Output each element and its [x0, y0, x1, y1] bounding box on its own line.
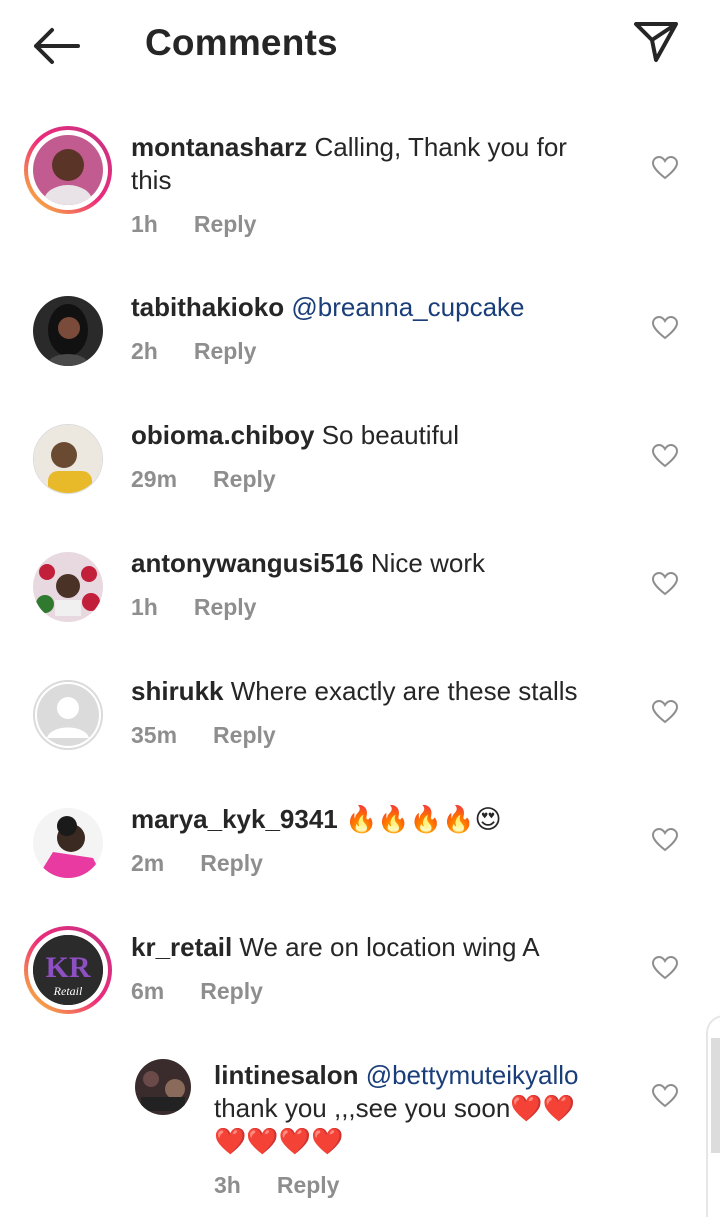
comment-username[interactable]: montanasharz	[131, 132, 307, 162]
avatar[interactable]	[33, 296, 103, 366]
heart-icon[interactable]	[652, 572, 678, 596]
default-avatar-icon[interactable]	[33, 680, 103, 750]
comment-body: shirukk Where exactly are these stalls	[131, 675, 631, 708]
comment-meta: 1h Reply	[131, 211, 256, 238]
comment-time: 6m	[131, 978, 165, 1004]
comment-time: 29m	[131, 466, 178, 492]
heart-icon[interactable]	[652, 156, 678, 180]
comment-meta: 1h Reply	[131, 594, 256, 621]
reply-button[interactable]: Reply	[213, 466, 276, 492]
heart-icon[interactable]	[652, 1084, 678, 1108]
comment-text: Nice work	[370, 548, 485, 578]
comment-body: kr_retail We are on location wing A	[131, 931, 631, 964]
comment-text: thank you ,,,see you soon❤️❤️	[214, 1093, 576, 1123]
comment-body: marya_kyk_9341 🔥🔥🔥🔥😍	[131, 803, 631, 836]
comment-username[interactable]: lintinesalon	[214, 1060, 358, 1090]
comment-emoji-text: 🔥🔥🔥🔥😍	[345, 804, 502, 834]
comment-body: obioma.chiboy So beautiful	[131, 419, 631, 452]
comment-text: We are on location wing A	[239, 932, 540, 962]
comment-username[interactable]: obioma.chiboy	[131, 420, 314, 450]
comment-body: lintinesalon @bettymuteikyallo thank you…	[214, 1059, 634, 1125]
reply-button[interactable]: Reply	[194, 338, 257, 364]
heart-icon[interactable]	[652, 700, 678, 724]
comment-mention[interactable]: @breanna_cupcake	[291, 292, 524, 322]
heart-icon[interactable]	[652, 828, 678, 852]
comment-meta: 29m Reply	[131, 466, 276, 493]
reply-button[interactable]: Reply	[194, 594, 257, 620]
comment-text: Where exactly are these stalls	[230, 676, 578, 706]
page-title: Comments	[145, 22, 338, 63]
comment-meta: 35m Reply	[131, 722, 276, 749]
comment-mention[interactable]: @bettymuteikyallo	[366, 1060, 579, 1090]
comment-body: montanasharz Calling, Thank you for this	[131, 131, 611, 197]
reply-button[interactable]: Reply	[200, 850, 263, 876]
avatar[interactable]	[33, 552, 103, 622]
comment-time: 1h	[131, 594, 158, 620]
comment-time: 1h	[131, 211, 158, 237]
avatar[interactable]	[135, 1059, 191, 1115]
avatar[interactable]	[33, 424, 103, 494]
comment-time: 35m	[131, 722, 178, 748]
header-bar: Comments	[0, 0, 720, 92]
avatar[interactable]	[24, 126, 112, 214]
comment-text: Calling, Thank you for	[314, 132, 567, 162]
avatar[interactable]	[33, 808, 103, 878]
comment-body: antonywangusi516 Nice work	[131, 547, 631, 580]
comment-meta: 6m Reply	[131, 978, 263, 1005]
heart-icon[interactable]	[652, 956, 678, 980]
back-arrow-icon[interactable]	[30, 24, 82, 68]
comment-body-line3: ❤️❤️❤️❤️	[214, 1125, 634, 1158]
comment-time: 2h	[131, 338, 158, 364]
reply-button[interactable]: Reply	[213, 722, 276, 748]
comment-username[interactable]: antonywangusi516	[131, 548, 364, 578]
logo-subtext: Retail	[53, 984, 83, 998]
reply-button[interactable]: Reply	[200, 978, 263, 1004]
comment-username[interactable]: shirukk	[131, 676, 224, 706]
comment-body: tabithakioko @breanna_cupcake	[131, 291, 631, 324]
heart-icon[interactable]	[652, 444, 678, 468]
comment-username[interactable]: kr_retail	[131, 932, 232, 962]
comment-username[interactable]: tabithakioko	[131, 292, 284, 322]
comment-text-line2: this	[131, 165, 172, 195]
comment-meta: 2h Reply	[131, 338, 256, 365]
scrollbar-thumb[interactable]	[711, 1038, 720, 1153]
reply-button[interactable]: Reply	[277, 1172, 340, 1198]
comment-time: 3h	[214, 1172, 241, 1198]
comment-text: So beautiful	[321, 420, 460, 450]
avatar[interactable]: KR Retail	[24, 926, 112, 1014]
logo-text: KR	[46, 951, 91, 984]
comment-time: 2m	[131, 850, 165, 876]
comment-emoji-line: ❤️❤️❤️❤️	[214, 1126, 344, 1156]
comment-meta: 2m Reply	[131, 850, 263, 877]
reply-button[interactable]: Reply	[194, 211, 257, 237]
heart-icon[interactable]	[652, 316, 678, 340]
comment-username[interactable]: marya_kyk_9341	[131, 804, 338, 834]
comment-meta: 3h Reply	[214, 1172, 339, 1199]
send-icon[interactable]	[632, 20, 680, 64]
